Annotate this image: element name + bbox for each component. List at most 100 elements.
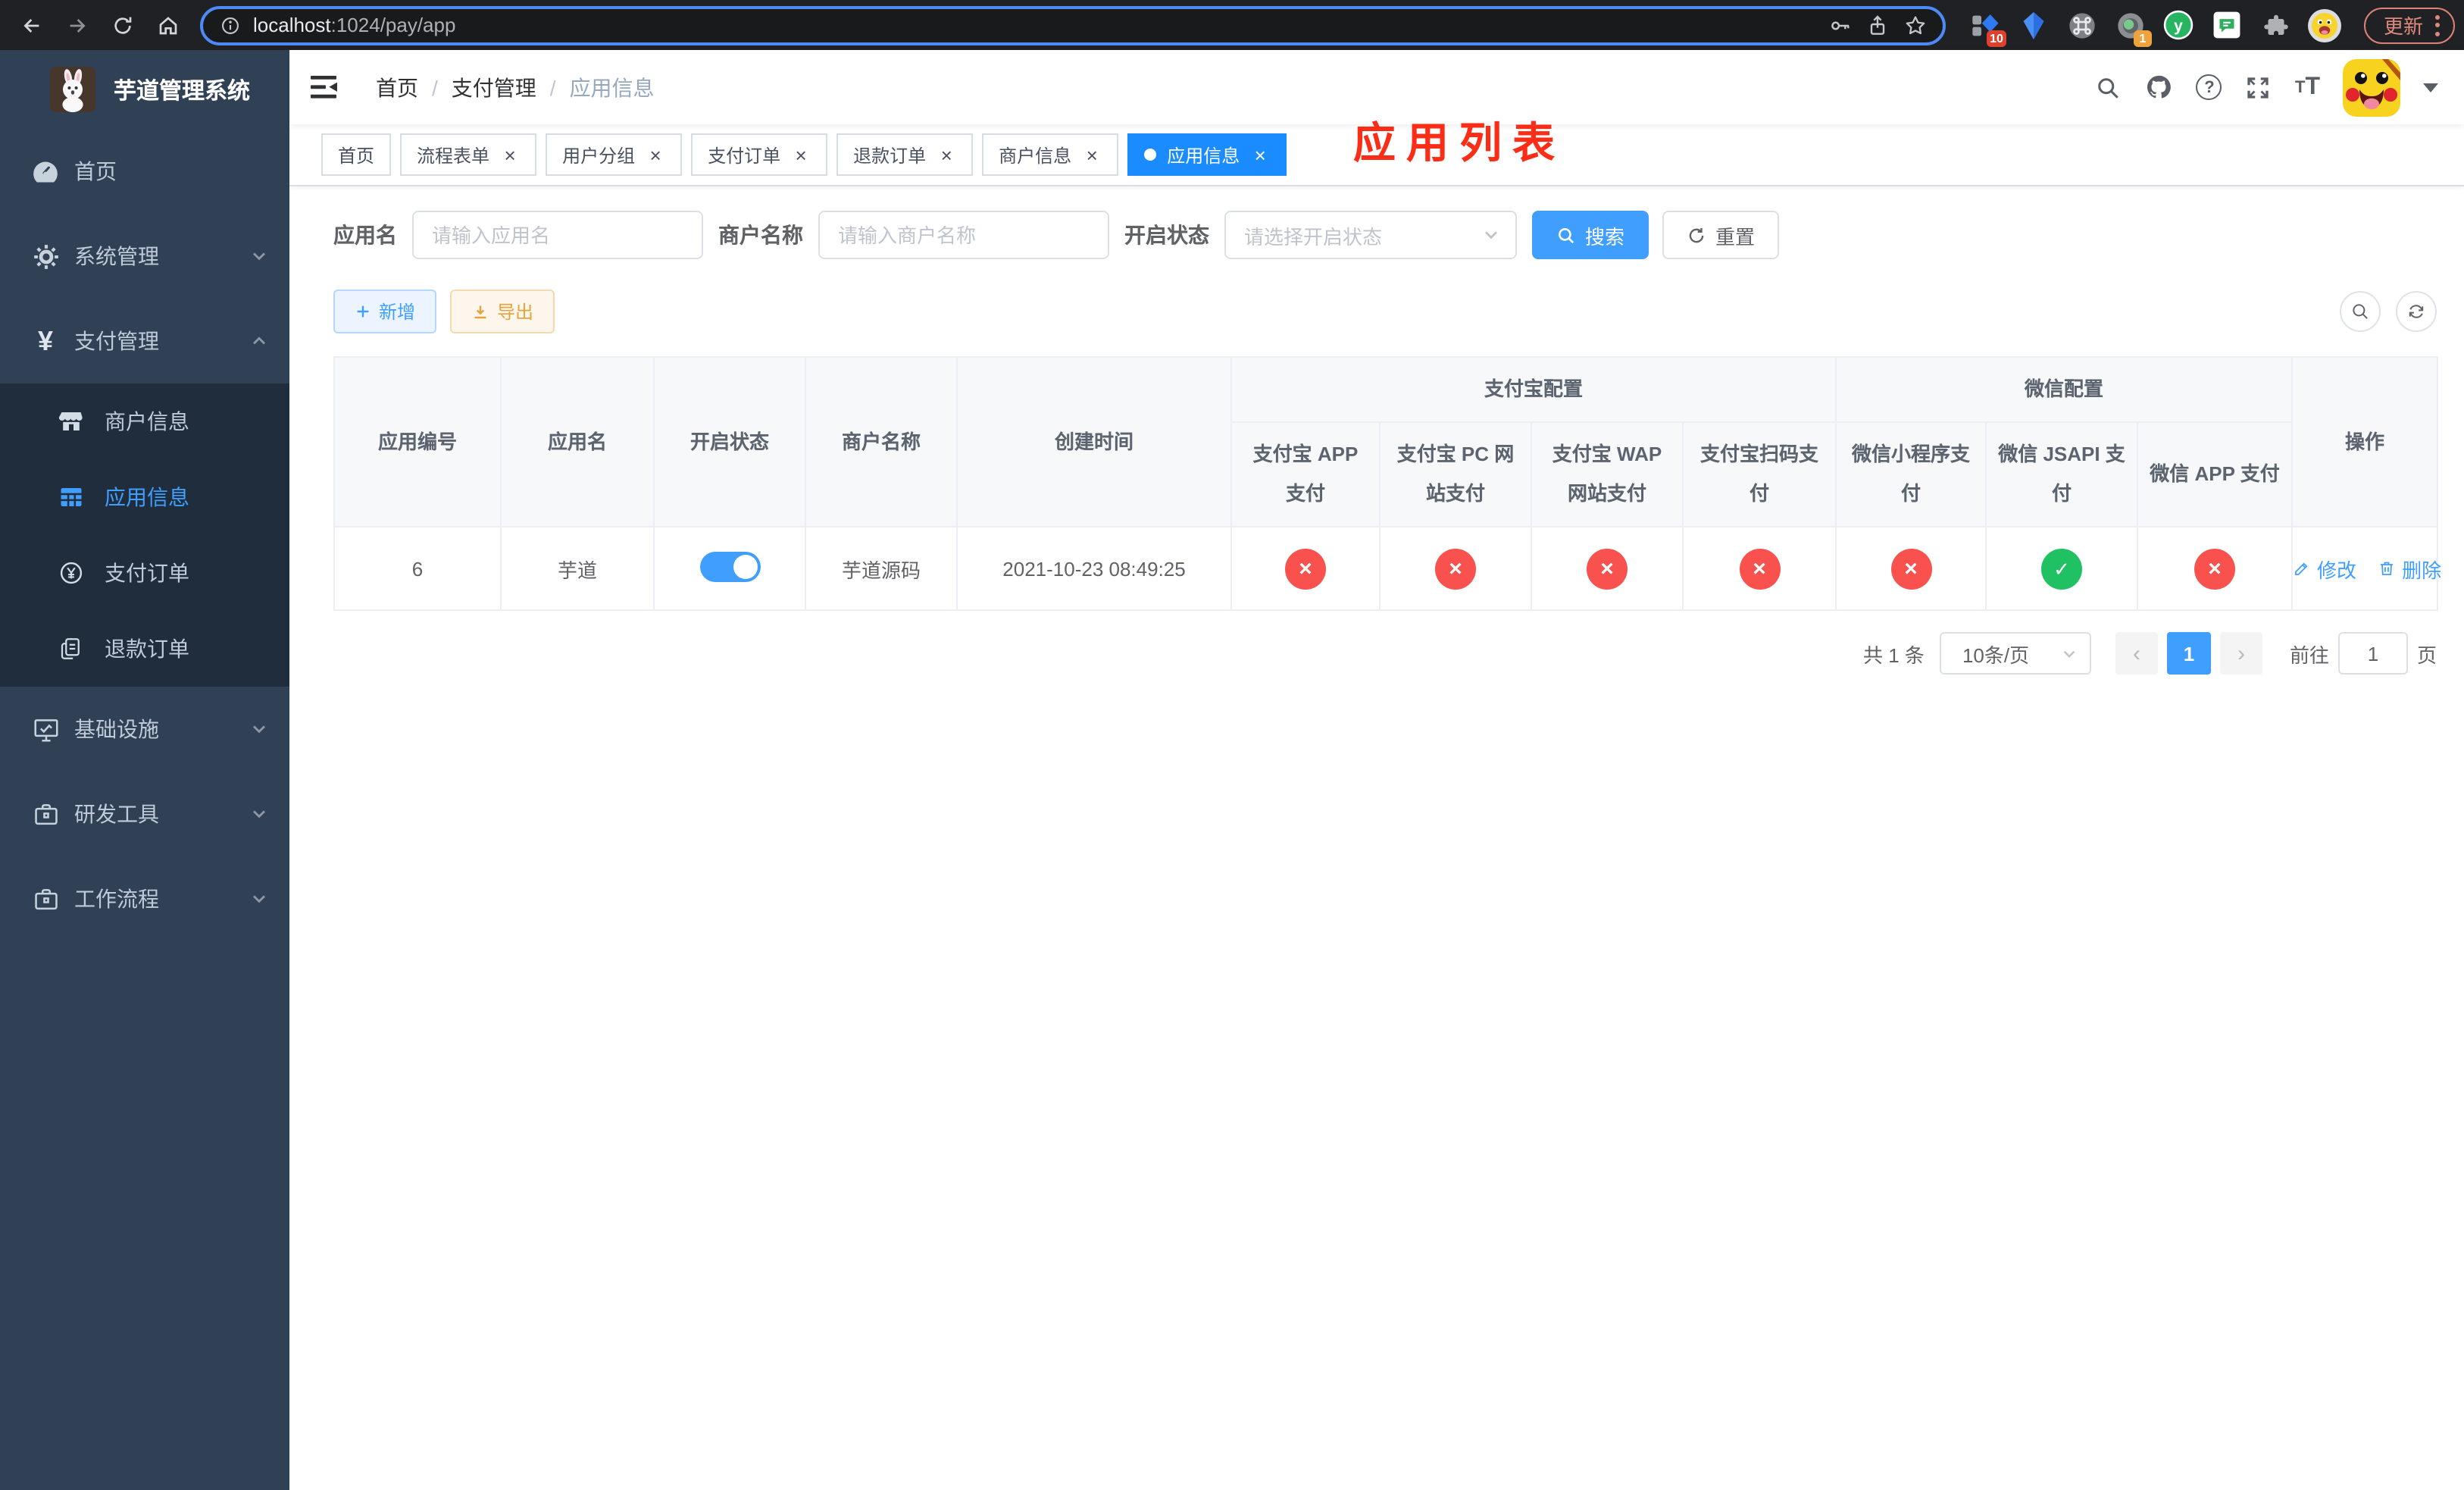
sidebar-item-infrastructure[interactable]: 基础设施 [0, 687, 289, 772]
avatar-caret-icon[interactable] [2423, 83, 2438, 92]
sidebar-item-pay-orders[interactable]: 支付订单 [0, 535, 289, 611]
breadcrumb-home[interactable]: 首页 [376, 72, 418, 102]
toolbox-icon [27, 800, 64, 828]
reset-button[interactable]: 重置 [1662, 211, 1780, 259]
site-info-icon[interactable] [220, 14, 241, 36]
tag-process-form[interactable]: 流程表单 × [400, 133, 537, 176]
browser-forward-icon[interactable] [55, 4, 100, 46]
user-avatar[interactable] [2343, 58, 2400, 116]
goto-page-input[interactable] [2337, 632, 2408, 675]
browser-profile-avatar[interactable] [2300, 4, 2349, 46]
github-icon[interactable] [2145, 73, 2174, 102]
tag-home[interactable]: 首页 [321, 133, 392, 176]
tag-close-icon[interactable]: × [500, 145, 520, 164]
sidebar-item-label: 支付订单 [105, 561, 189, 585]
plus-icon [357, 305, 369, 318]
extension-blue-diamond-icon[interactable]: 10 [1961, 4, 2009, 46]
svg-text:y: y [2175, 17, 2184, 35]
app-logo [50, 67, 95, 112]
col-header-wx-jsapi: 微信 JSAPI 支付 [1985, 421, 2139, 527]
refresh-table-button[interactable] [2396, 291, 2437, 332]
help-icon[interactable]: ? [2196, 74, 2222, 100]
page-size-select[interactable]: 10条/页 [1939, 632, 2091, 675]
sidebar-item-label: 工作流程 [74, 887, 159, 911]
font-size-icon[interactable]: TT [2295, 74, 2320, 101]
sidebar-item-refund-orders[interactable]: 退款订单 [0, 611, 289, 687]
sidebar-item-workflow[interactable]: 工作流程 [0, 856, 289, 941]
col-header-alipay-wap: 支付宝 WAP 网站支付 [1531, 421, 1684, 527]
page-number-button[interactable]: 1 [2166, 632, 2211, 675]
merchant-name-input[interactable] [818, 211, 1109, 259]
extension-lens-icon[interactable]: 1 [2106, 4, 2155, 46]
tag-close-icon[interactable]: × [937, 145, 956, 164]
search-icon[interactable] [2095, 74, 2122, 101]
browser-menu-icon[interactable] [2435, 14, 2440, 36]
sidebar-item-merchant-info[interactable]: 商户信息 [0, 383, 289, 459]
search-button[interactable]: 搜索 [1532, 211, 1649, 259]
browser-reload-icon[interactable] [100, 4, 145, 46]
cell-merchant: 芋道源码 [805, 526, 958, 611]
share-icon[interactable] [1865, 13, 1890, 37]
status-toggle[interactable] [699, 551, 760, 581]
sidebar-item-dev-tools[interactable]: 研发工具 [0, 772, 289, 856]
sidebar-item-payment[interactable]: ¥ 支付管理 [0, 299, 289, 383]
tag-refund-orders[interactable]: 退款订单 × [836, 133, 974, 176]
extensions-puzzle-icon[interactable] [2252, 4, 2300, 46]
page-content: 应用名 商户名称 开启状态 请选择开启状态 搜索 [289, 186, 2464, 675]
sidebar-collapse-icon[interactable] [311, 74, 339, 100]
extension-chat-icon[interactable] [2203, 4, 2252, 46]
col-header-alipay-qr: 支付宝扫码支付 [1681, 421, 1837, 527]
table-row: 6 芋道 芋道源码 2021-10-23 08:49:25 × × × × × … [333, 526, 2441, 611]
extension-y-icon[interactable]: y [2155, 4, 2203, 46]
col-header-alipay-app: 支付宝 APP 支付 [1230, 421, 1381, 527]
address-bar[interactable]: localhost:1024/pay/app [200, 5, 1946, 45]
tag-app-info[interactable]: 应用信息 × [1127, 133, 1287, 176]
sidebar-item-home[interactable]: 首页 [0, 129, 289, 214]
col-header-status: 开启状态 [653, 356, 806, 527]
col-group-alipay: 支付宝配置 [1230, 356, 1837, 423]
chevron-down-icon [250, 720, 268, 738]
app-name-input[interactable] [412, 211, 703, 259]
bookmark-star-icon[interactable] [1903, 13, 1928, 37]
delete-link[interactable]: 删除 [2378, 554, 2441, 583]
col-header-wx-mini: 微信小程序支付 [1835, 421, 1987, 527]
edit-pencil-icon [2295, 562, 2308, 575]
tag-merchant-info[interactable]: 商户信息 × [982, 133, 1119, 176]
fullscreen-icon[interactable] [2245, 74, 2272, 101]
delete-link-label: 删除 [2402, 559, 2442, 581]
edit-link[interactable]: 修改 [2293, 554, 2356, 583]
extension-command-icon[interactable] [2058, 4, 2106, 46]
tag-close-icon[interactable]: × [1082, 145, 1102, 164]
filter-form: 应用名 商户名称 开启状态 请选择开启状态 搜索 [333, 211, 2437, 259]
prev-page-button[interactable]: ‹ [2115, 632, 2158, 675]
tag-close-icon[interactable]: × [791, 145, 811, 164]
sidebar-item-system[interactable]: 系统管理 [0, 214, 289, 299]
tag-user-group[interactable]: 用户分组 × [546, 133, 683, 176]
extension-balloon-icon[interactable] [2009, 4, 2058, 46]
next-page-button[interactable]: › [2219, 632, 2262, 675]
extensions-area: 10 1 y [1961, 4, 2349, 46]
browser-home-icon[interactable] [145, 4, 191, 46]
add-button[interactable]: 新增 [333, 290, 437, 333]
browser-update-button[interactable]: 更新 [2363, 7, 2455, 43]
status-select[interactable]: 请选择开启状态 [1224, 211, 1517, 259]
breadcrumb-payment[interactable]: 支付管理 [452, 72, 536, 102]
yen-icon: ¥ [37, 326, 53, 356]
tag-pay-orders[interactable]: 支付订单 × [691, 133, 828, 176]
chevron-down-icon [250, 890, 268, 908]
toggle-search-button[interactable] [2340, 291, 2381, 332]
export-button[interactable]: 导出 [450, 290, 555, 333]
gear-icon [27, 242, 64, 271]
browser-back-icon[interactable] [9, 4, 55, 46]
tag-close-icon[interactable]: × [646, 145, 665, 164]
table-toolbar: 新增 导出 [333, 290, 2437, 333]
sidebar-item-label: 首页 [74, 159, 117, 183]
chevron-down-icon [2063, 650, 2075, 657]
active-tag-dot [1144, 149, 1157, 161]
saved-password-key-icon[interactable] [1828, 13, 1852, 37]
chevron-down-icon [250, 805, 268, 823]
sidebar-item-app-info[interactable]: 应用信息 [0, 459, 289, 535]
tag-close-icon[interactable]: × [1250, 145, 1270, 164]
goto-label: 前往 [2289, 643, 2329, 666]
sidebar-item-label: 退款订单 [105, 637, 189, 661]
